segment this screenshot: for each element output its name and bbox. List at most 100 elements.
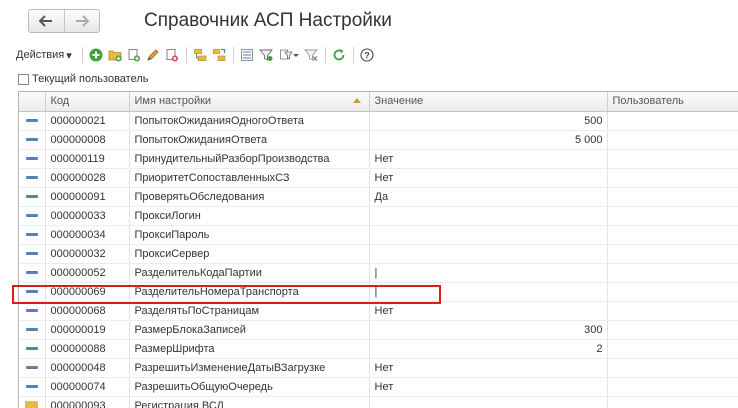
list-settings-button[interactable] — [239, 47, 256, 64]
code-cell: 000000008 — [45, 130, 130, 150]
table-row[interactable]: 000000093 Регистрация ВСД — [19, 396, 738, 408]
table-row[interactable]: 000000119 ПринудительныйРазборПроизводств… — [19, 149, 738, 169]
toolbar-divider — [324, 47, 326, 63]
element-icon — [25, 119, 38, 123]
settings-table[interactable]: Код Имя настройки Значение Пользователь … — [18, 91, 738, 408]
code-cell: 000000032 — [45, 244, 130, 264]
filter-dropdown-button[interactable] — [277, 47, 301, 64]
user-cell — [607, 244, 738, 264]
value-cell: Нет — [369, 377, 608, 397]
code-cell: 000000088 — [45, 339, 130, 359]
element-icon — [25, 290, 38, 294]
table-row[interactable]: 000000033 ПроксиЛогин — [19, 206, 738, 226]
column-header-name[interactable]: Имя настройки — [129, 92, 370, 112]
clear-filter-icon — [304, 49, 319, 61]
chevron-down-icon: ▾ — [66, 49, 72, 62]
code-cell: 000000052 — [45, 263, 130, 283]
navigation-group — [28, 9, 100, 33]
page-title: Справочник АСП Настройки — [144, 10, 392, 31]
name-cell: РазрешитьОбщуюОчередь — [129, 377, 370, 397]
column-header-user[interactable]: Пользователь — [607, 92, 738, 112]
add-button[interactable] — [88, 47, 105, 64]
value-cell — [369, 244, 608, 264]
value-cell — [369, 206, 608, 226]
table-row[interactable]: 000000088 РазмерШрифта 2 — [19, 339, 738, 359]
user-cell — [607, 111, 738, 131]
name-cell: ПринудительныйРазборПроизводства — [129, 149, 370, 169]
code-cell: 000000048 — [45, 358, 130, 378]
row-icon-cell — [19, 339, 46, 359]
table-row[interactable]: 000000048 РазрешитьИзменениеДатыВЗагрузке… — [19, 358, 738, 378]
user-cell — [607, 225, 738, 245]
element-icon — [25, 233, 38, 237]
refresh-button[interactable] — [331, 47, 348, 64]
table-row[interactable]: 000000052 РазделительКодаПартии | — [19, 263, 738, 283]
edit-button[interactable] — [145, 47, 162, 64]
clear-filter-button[interactable] — [303, 47, 320, 64]
add-folder-icon — [108, 50, 122, 62]
row-icon-cell — [19, 396, 46, 408]
help-icon: ? — [360, 48, 374, 62]
table-row[interactable]: 000000021 ПопытокОжиданияОдногоОтвета 500 — [19, 111, 738, 131]
toolbar: Действия ▾ ? — [0, 44, 738, 66]
table-row[interactable]: 000000032 ПроксиСервер — [19, 244, 738, 264]
current-user-filter[interactable]: Текущий пользователь — [18, 72, 148, 86]
element-icon — [25, 309, 38, 313]
column-header-value[interactable]: Значение — [369, 92, 608, 112]
code-cell: 000000074 — [45, 377, 130, 397]
add-folder-button[interactable] — [107, 47, 124, 64]
toolbar-divider — [232, 47, 234, 63]
row-icon-cell — [19, 244, 46, 264]
table-row[interactable]: 000000091 ПроверятьОбследования Да — [19, 187, 738, 207]
user-cell — [607, 168, 738, 188]
table-row[interactable]: 000000069 РазделительНомераТранспорта | — [19, 282, 738, 302]
current-user-checkbox[interactable] — [18, 73, 29, 85]
code-cell: 000000091 — [45, 187, 130, 207]
value-cell — [369, 225, 608, 245]
toolbar-divider — [352, 47, 354, 63]
value-cell: Нет — [369, 358, 608, 378]
arrow-right-icon — [75, 15, 89, 27]
table-header-row: Код Имя настройки Значение Пользователь — [19, 92, 738, 112]
row-icon-cell — [19, 282, 46, 302]
table-row[interactable]: 000000008 ПопытокОжиданияОтвета 5 000 — [19, 130, 738, 150]
copy-icon — [128, 49, 141, 62]
row-icon-cell — [19, 301, 46, 321]
table-row[interactable]: 000000074 РазрешитьОбщуюОчередь Нет — [19, 377, 738, 397]
forward-button[interactable] — [63, 10, 100, 32]
row-icon-cell — [19, 320, 46, 340]
help-button[interactable]: ? — [359, 47, 376, 64]
code-cell: 000000093 — [45, 396, 130, 408]
user-cell — [607, 377, 738, 397]
delete-button[interactable] — [164, 47, 181, 64]
code-cell: 000000033 — [45, 206, 130, 226]
filter-button[interactable] — [258, 47, 275, 64]
name-cell: ПроксиПароль — [129, 225, 370, 245]
name-cell: РазмерШрифта — [129, 339, 370, 359]
actions-menu-button[interactable]: Действия ▾ — [16, 49, 72, 62]
value-cell: 500 — [369, 111, 608, 131]
element-icon — [25, 328, 38, 332]
column-header-icon[interactable] — [19, 92, 46, 112]
table-row[interactable]: 000000068 РазделятьПоСтраницам Нет — [19, 301, 738, 321]
add-icon — [89, 48, 103, 62]
move-to-folder-button[interactable] — [192, 47, 209, 64]
name-cell: РазрешитьИзменениеДатыВЗагрузке — [129, 358, 370, 378]
value-cell: Да — [369, 187, 608, 207]
column-header-code[interactable]: Код — [45, 92, 130, 112]
row-icon-cell — [19, 149, 46, 169]
value-cell: 2 — [369, 339, 608, 359]
table-row[interactable]: 000000019 РазмерБлокаЗаписей 300 — [19, 320, 738, 340]
filter-icon — [259, 49, 274, 61]
hierarchy-button[interactable] — [211, 47, 228, 64]
window-titlebar: Справочник АСП Настройки — [0, 0, 738, 44]
table-row[interactable]: 000000028 ПриоритетСопоставленныхСЗ Нет — [19, 168, 738, 188]
back-button[interactable] — [29, 10, 64, 32]
row-icon-cell — [19, 377, 46, 397]
user-cell — [607, 263, 738, 283]
folder-icon — [25, 401, 39, 408]
element-icon — [25, 366, 38, 370]
copy-button[interactable] — [126, 47, 143, 64]
row-icon-cell — [19, 263, 46, 283]
table-row[interactable]: 000000034 ПроксиПароль — [19, 225, 738, 245]
